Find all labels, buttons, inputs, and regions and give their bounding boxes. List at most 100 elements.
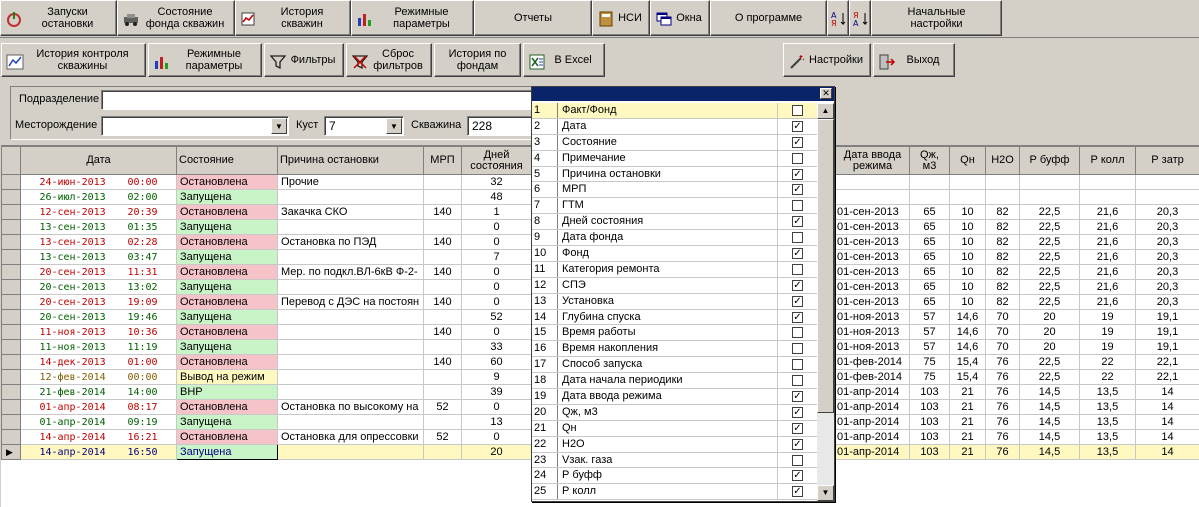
- main-button-7[interactable]: Окна: [650, 0, 710, 36]
- column-option[interactable]: 17 Способ запуска: [532, 357, 817, 374]
- row-indicator[interactable]: ▶: [1, 444, 21, 460]
- row-indicator[interactable]: [1, 264, 21, 280]
- column-checkbox[interactable]: [792, 104, 803, 116]
- table-row[interactable]: ▶ 14-апр-2014 16:50 Запущена 20: [1, 444, 532, 460]
- column-header[interactable]: Р буфф: [1019, 146, 1080, 175]
- column-checkbox[interactable]: ✓: [792, 470, 803, 482]
- column-checkbox[interactable]: ✓: [792, 406, 803, 418]
- row-indicator[interactable]: [1, 294, 21, 310]
- column-header[interactable]: МРП: [423, 146, 462, 175]
- column-header[interactable]: Qж, м3: [909, 146, 950, 175]
- column-checkbox[interactable]: ✓: [792, 136, 803, 148]
- table-row[interactable]: 14-дек-2013 01:00 Остановлена 140 60: [1, 354, 532, 370]
- main-button-1[interactable]: Запуски остановки: [0, 0, 117, 36]
- table-row[interactable]: 20-сен-2013 19:09 Остановлена Перевод с ДЭС…: [1, 294, 532, 310]
- table-row[interactable]: [835, 189, 1199, 205]
- secondary-button-2[interactable]: Режимные параметры: [148, 43, 262, 77]
- table-row[interactable]: 01-фев-2014 75 15,4 76 22,5 22 22,1: [835, 369, 1199, 385]
- main-button-6[interactable]: НСИ: [592, 0, 650, 36]
- column-option[interactable]: 12 СПЭ ✓: [532, 277, 817, 294]
- column-option[interactable]: 1 Факт/Фонд: [532, 103, 817, 119]
- column-checkbox[interactable]: ✓: [792, 311, 803, 323]
- table-row[interactable]: 01-фев-2014 75 15,4 76 22,5 22 22,1: [835, 354, 1199, 370]
- table-row[interactable]: 11-ноя-2013 11:19 Запущена 33: [1, 339, 532, 355]
- column-option[interactable]: 6 МРП ✓: [532, 182, 817, 199]
- column-checkbox[interactable]: ✓: [792, 422, 803, 434]
- main-button-9[interactable]: АЯ: [827, 0, 849, 36]
- table-row[interactable]: 26-июл-2013 02:00 Запущена 48: [1, 189, 532, 205]
- column-option[interactable]: 13 Установка ✓: [532, 293, 817, 310]
- column-header[interactable]: H2O: [985, 146, 1020, 175]
- column-checkbox[interactable]: [792, 343, 803, 355]
- row-indicator[interactable]: [1, 174, 21, 190]
- table-row[interactable]: 01-сен-2013 65 10 82 22,5 21,6 20,3: [835, 279, 1199, 295]
- row-indicator[interactable]: [1, 384, 21, 400]
- column-checkbox[interactable]: ✓: [792, 247, 803, 259]
- secondary-button-8[interactable]: Выход: [873, 43, 955, 77]
- column-header[interactable]: Дата ввода режима: [835, 146, 910, 175]
- column-checkbox[interactable]: ✓: [792, 486, 803, 498]
- row-indicator[interactable]: [1, 204, 21, 220]
- column-option[interactable]: 20 Qж, м3 ✓: [532, 404, 817, 421]
- column-header[interactable]: Qн: [949, 146, 986, 175]
- table-row[interactable]: 01-апр-2014 103 21 76 14,5 13,5 14: [835, 399, 1199, 415]
- column-option[interactable]: 16 Время накопления: [532, 341, 817, 358]
- column-header[interactable]: Причина остановки: [277, 146, 424, 175]
- table-row[interactable]: 01-ноя-2013 57 14,6 70 20 19 19,1: [835, 339, 1199, 355]
- pad-combo[interactable]: 7 ▼: [324, 116, 404, 136]
- division-input[interactable]: [101, 90, 561, 110]
- table-row[interactable]: 21-фев-2014 14:00 ВНР 39: [1, 384, 532, 400]
- column-checkbox[interactable]: [792, 263, 803, 275]
- row-indicator[interactable]: [1, 309, 21, 325]
- column-checkbox[interactable]: [792, 454, 803, 466]
- row-indicator[interactable]: [1, 234, 21, 250]
- column-checkbox[interactable]: ✓: [792, 279, 803, 291]
- main-button-5[interactable]: Отчеты: [474, 0, 592, 36]
- column-option[interactable]: 4 Примечание: [532, 150, 817, 167]
- table-row[interactable]: 20-сен-2013 11:31 Остановлена Мер. по подкл…: [1, 264, 532, 280]
- column-checkbox[interactable]: [792, 200, 803, 212]
- secondary-button-5[interactable]: История по фондам: [434, 43, 521, 77]
- row-indicator[interactable]: [1, 354, 21, 370]
- column-option[interactable]: 2 Дата ✓: [532, 118, 817, 135]
- column-checkbox[interactable]: ✓: [792, 168, 803, 180]
- column-option[interactable]: 24 Р буфф ✓: [532, 468, 817, 485]
- table-row[interactable]: 13-сен-2013 02:28 Остановлена Остановка по …: [1, 234, 532, 250]
- column-checkbox[interactable]: ✓: [792, 184, 803, 196]
- table-row[interactable]: 01-ноя-2013 57 14,6 70 20 19 19,1: [835, 324, 1199, 340]
- main-button-4[interactable]: Режимные параметры: [351, 0, 474, 36]
- scroll-down-icon[interactable]: ▼: [817, 485, 834, 501]
- table-row[interactable]: 01-апр-2014 103 21 76 14,5 13,5 14: [835, 384, 1199, 400]
- table-row[interactable]: [835, 174, 1199, 190]
- scroll-thumb[interactable]: [817, 119, 834, 413]
- row-indicator[interactable]: [1, 219, 21, 235]
- column-option[interactable]: 25 Р колл ✓: [532, 484, 817, 501]
- column-option[interactable]: 21 Qн ✓: [532, 420, 817, 437]
- field-combo[interactable]: ▼: [101, 116, 289, 136]
- table-row[interactable]: 11-ноя-2013 10:36 Остановлена 140 0: [1, 324, 532, 340]
- column-header[interactable]: Р затр: [1135, 146, 1199, 175]
- column-option[interactable]: 11 Категория ремонта: [532, 261, 817, 278]
- chevron-down-icon[interactable]: ▼: [271, 118, 287, 134]
- column-checkbox[interactable]: [792, 359, 803, 371]
- main-button-2[interactable]: Состояние фонда скважин: [117, 0, 235, 36]
- column-option[interactable]: 23 Vзак. газа: [532, 452, 817, 469]
- row-indicator[interactable]: [1, 414, 21, 430]
- main-button-10[interactable]: ЯА: [849, 0, 871, 36]
- column-header[interactable]: Состояние: [176, 146, 278, 175]
- close-icon[interactable]: ✕: [820, 88, 832, 99]
- column-option[interactable]: 5 Причина остановки ✓: [532, 166, 817, 183]
- column-option[interactable]: 19 Дата ввода режима ✓: [532, 389, 817, 405]
- column-option[interactable]: 9 Дата фонда: [532, 230, 817, 247]
- table-row[interactable]: 01-апр-2014 08:17 Остановлена Остановка по …: [1, 399, 532, 415]
- column-checkbox[interactable]: ✓: [792, 216, 803, 228]
- row-indicator[interactable]: [1, 189, 21, 205]
- table-row[interactable]: 01-апр-2014 103 21 76 14,5 13,5 14: [835, 429, 1199, 445]
- column-checkbox[interactable]: ✓: [792, 438, 803, 450]
- row-indicator[interactable]: [1, 324, 21, 340]
- column-option[interactable]: 10 Фонд ✓: [532, 246, 817, 262]
- column-checkbox[interactable]: [792, 152, 803, 164]
- table-row[interactable]: 01-сен-2013 65 10 82 22,5 21,6 20,3: [835, 234, 1199, 250]
- table-row[interactable]: 01-апр-2014 103 21 76 14,5 13,5 14: [835, 414, 1199, 430]
- scrollbar[interactable]: ▲ ▼: [817, 103, 834, 501]
